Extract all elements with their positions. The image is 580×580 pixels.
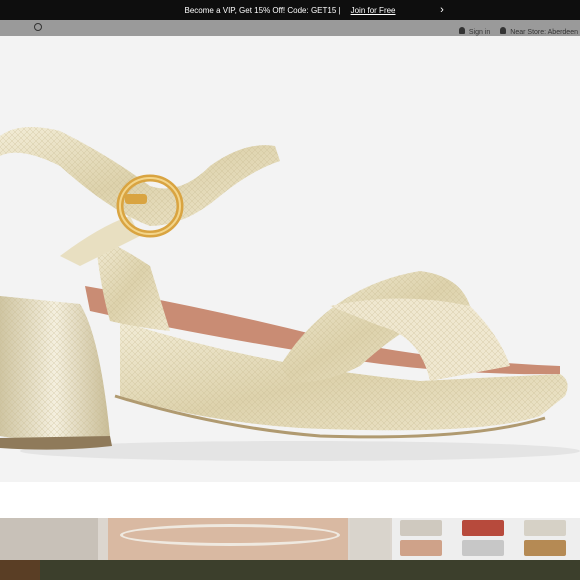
user-icon xyxy=(458,27,465,34)
product-image[interactable] xyxy=(0,36,580,482)
background-left xyxy=(0,560,40,580)
chevron-right-icon[interactable]: › xyxy=(436,3,448,17)
swatch[interactable] xyxy=(524,540,566,556)
thumbnail-3[interactable] xyxy=(350,518,390,560)
join-for-free-link[interactable]: Join for Free xyxy=(351,6,396,15)
swatch[interactable] xyxy=(400,520,442,536)
sandal-illustration xyxy=(0,127,580,461)
store-locator-link[interactable]: Near Store: Aberdeen xyxy=(500,20,578,36)
background-band xyxy=(0,560,580,580)
sign-in-label: Sign in xyxy=(468,29,491,36)
promo-bar: Become a VIP, Get 15% Off! Code: GET15 |… xyxy=(0,0,580,20)
store-label: Near Store: Aberdeen xyxy=(510,29,578,36)
swatch[interactable] xyxy=(400,540,442,556)
thumbnail-1[interactable] xyxy=(0,518,98,560)
swatch[interactable] xyxy=(462,540,504,556)
sole-shape xyxy=(120,524,340,546)
site-header: Sign in Near Store: Aberdeen xyxy=(0,20,580,36)
swatch[interactable] xyxy=(524,520,566,536)
color-swatch-grid xyxy=(392,518,580,560)
search-icon[interactable] xyxy=(34,23,42,31)
header-actions: Sign in Near Store: Aberdeen xyxy=(458,20,580,36)
swatch[interactable] xyxy=(462,520,504,536)
sign-in-link[interactable]: Sign in xyxy=(458,20,491,36)
thumbnail-2[interactable] xyxy=(108,518,348,560)
promo-text: Become a VIP, Get 15% Off! Code: GET15 | xyxy=(184,5,341,15)
location-pin-icon xyxy=(500,27,507,34)
